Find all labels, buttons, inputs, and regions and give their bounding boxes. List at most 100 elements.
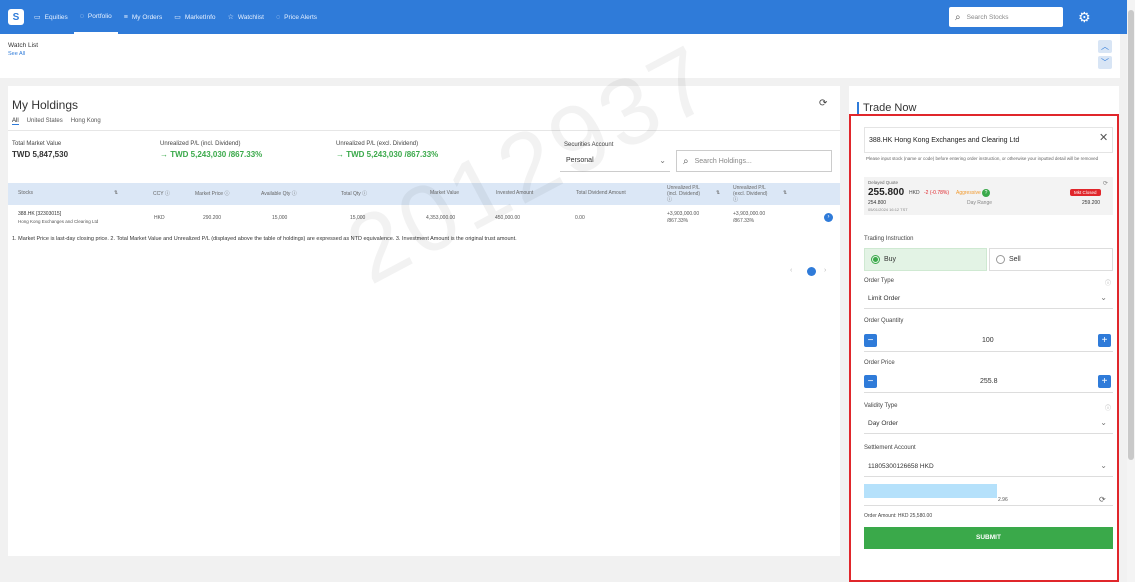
quote-box: Delayed Quote ⟳ 255.800 HKD -2 (-0.78%) … — [864, 177, 1113, 215]
nav-item-equities[interactable]: ▭ Equities — [28, 0, 74, 34]
radio-selected-icon — [871, 255, 880, 264]
chevron-up-icon[interactable]: ︿ — [1098, 40, 1112, 53]
cell-total-qty: 15,000 — [350, 215, 366, 221]
stock-name: Hong Kong Exchanges and Clearing Ltd — [18, 219, 99, 224]
unrealized-incl-label: Unrealized P/L (incl. Dividend) — [160, 141, 241, 147]
day-high: 259.200 — [1082, 200, 1101, 206]
search-icon: ⌕ — [683, 155, 689, 167]
nav-item-watchlist[interactable]: ☆ Watchlist — [222, 0, 270, 34]
submit-button[interactable]: SUBMIT — [864, 527, 1113, 549]
info-icon[interactable]: ⓘ — [1105, 278, 1111, 287]
refresh-icon[interactable]: ⟳ — [1103, 180, 1108, 187]
nav-item-price-alerts[interactable]: ◌ Price Alerts — [270, 0, 323, 34]
order-quantity-input[interactable]: 100 — [982, 337, 994, 344]
nav-item-marketinfo[interactable]: ▭ MarketInfo — [168, 0, 221, 34]
stock-code: 388.HK [32303015] — [18, 211, 62, 217]
chevron-down-icon: ⌄ — [659, 156, 666, 165]
total-market-value: TWD 5,847,530 — [12, 150, 69, 159]
page-indicator[interactable]: 1 — [807, 267, 816, 276]
securities-account-label: Securities Account — [564, 142, 614, 148]
refresh-icon[interactable]: ⟳ — [1099, 495, 1106, 504]
chevron-down-icon: ⌄ — [1100, 418, 1107, 427]
chevron-down-icon: ⌄ — [1100, 293, 1107, 302]
search-icon: ⌕ — [955, 11, 961, 23]
col-available-qty: Available Qty ⓘ — [261, 191, 297, 197]
securities-account-select[interactable]: Personal ⌄ — [560, 150, 670, 172]
col-ccy: CCY ⓘ — [153, 191, 170, 197]
cell-available-qty: 15,000 — [272, 215, 288, 221]
aggressive-label: Aggressive — [956, 190, 981, 196]
divider — [864, 351, 1113, 352]
sort-icon[interactable]: ⇅ — [114, 190, 118, 196]
tab-hong-kong[interactable]: Hong Kong — [71, 118, 101, 125]
tab-united-states[interactable]: United States — [27, 118, 63, 125]
watchlist-see-all-link[interactable]: See All — [8, 51, 25, 57]
holdings-search-input[interactable]: ⌕ Search Holdings... — [676, 150, 832, 172]
validity-type-select[interactable]: Day Order ⌄ — [864, 413, 1113, 434]
nav-item-my-orders[interactable]: ≡ My Orders — [118, 0, 168, 34]
trading-instruction-label: Trading Instruction — [864, 236, 914, 242]
portfolio-icon: ◌ — [79, 12, 84, 20]
order-price-input[interactable]: 255.8 — [980, 378, 998, 385]
tab-all[interactable]: All — [12, 118, 19, 125]
cell-pl-incl: +3,903,000.00 — [667, 211, 700, 217]
stock-search-input[interactable]: ⌕ Search Stocks — [949, 7, 1063, 27]
nav-item-portfolio[interactable]: ◌ Portfolio — [73, 0, 118, 34]
sort-icon[interactable]: ⇅ — [783, 190, 787, 196]
market-status-badge: Mkt Closed — [1070, 189, 1101, 196]
page-next-icon[interactable]: › — [824, 267, 826, 274]
watchlist-bar: Watch List See All ︿ ﹀ — [0, 34, 1120, 78]
quote-timestamp: 05/01/2024 16:12 TST — [868, 207, 908, 212]
sort-icon[interactable]: ⇅ — [716, 190, 720, 196]
validity-type-label: Validity Type — [864, 403, 898, 409]
buy-radio[interactable]: Buy — [864, 248, 987, 271]
brand-logo-icon: S — [8, 9, 24, 25]
gear-icon[interactable]: ⚙ — [1078, 9, 1091, 26]
info-icon[interactable]: ⓘ — [1105, 403, 1111, 412]
divider — [8, 130, 840, 131]
unrealized-incl-value: → TWD 5,243,030 /867.33% — [160, 150, 263, 159]
cell-ccy: HKD — [154, 215, 165, 221]
bell-icon: ◌ — [275, 13, 281, 21]
col-stocks[interactable]: Stocks — [18, 190, 33, 196]
marketinfo-icon: ▭ — [174, 14, 181, 21]
cell-market-value: 4,353,000.00 — [426, 215, 456, 221]
day-low: 254.800 — [868, 200, 887, 206]
price-increment-button[interactable]: + — [1098, 375, 1111, 388]
col-pl-excl: Unrealized P/L (excl. Dividend) ⓘ — [733, 185, 768, 203]
settlement-account-select[interactable]: 11805300126658 HKD ⌄ — [864, 456, 1113, 477]
info-icon[interactable]: ? — [982, 189, 990, 197]
cell-market-price: 290.200 — [203, 215, 222, 221]
order-price-label: Order Price — [864, 360, 895, 366]
divider — [864, 505, 1113, 506]
chevron-down-icon[interactable]: ﹀ — [1098, 56, 1112, 69]
unrealized-excl-label: Unrealized P/L (excl. Dividend) — [336, 141, 419, 147]
holdings-footnote: 1. Market Price is last-day closing pric… — [12, 236, 517, 242]
star-icon: ☆ — [227, 14, 234, 21]
selected-stock-field[interactable]: 388.HK Hong Kong Exchanges and Clearing … — [864, 127, 1113, 153]
quantity-increment-button[interactable]: + — [1098, 334, 1111, 347]
refresh-icon[interactable]: ⟳ — [819, 98, 827, 109]
page-prev-icon[interactable]: ‹ — [790, 267, 792, 274]
equities-icon: ▭ — [34, 14, 41, 21]
col-market-value: Market Value — [430, 190, 460, 196]
quantity-decrement-button[interactable]: − — [864, 334, 877, 347]
scrollbar-thumb[interactable] — [1128, 10, 1134, 460]
col-market-price: Market Price ⓘ — [195, 191, 230, 197]
order-type-label: Order Type — [864, 278, 894, 284]
balance-suffix: 2.96 — [998, 497, 1008, 503]
divider — [864, 392, 1113, 393]
order-type-select[interactable]: Limit Order ⌄ — [864, 288, 1113, 309]
holdings-table-header: Stocks ⇅ CCY ⓘ Market Price ⓘ Available … — [8, 183, 840, 205]
nav-menu: ▭ Equities ◌ Portfolio ≡ My Orders ▭ MarketI… — [28, 0, 323, 34]
delayed-quote-label: Delayed Quote — [868, 180, 899, 185]
stock-input-warning: Please input stock (name or code) before… — [866, 156, 1099, 161]
row-action-icon[interactable]: › — [824, 213, 833, 222]
price-decrement-button[interactable]: − — [864, 375, 877, 388]
sell-radio[interactable]: Sell — [989, 248, 1113, 271]
page-scrollbar[interactable] — [1127, 0, 1135, 582]
holdings-card: My Holdings All United States Hong Kong … — [8, 86, 840, 556]
watchlist-title: Watch List — [8, 42, 39, 49]
close-icon[interactable]: ✕ — [1099, 131, 1108, 144]
balance-masked-bar — [864, 484, 997, 498]
